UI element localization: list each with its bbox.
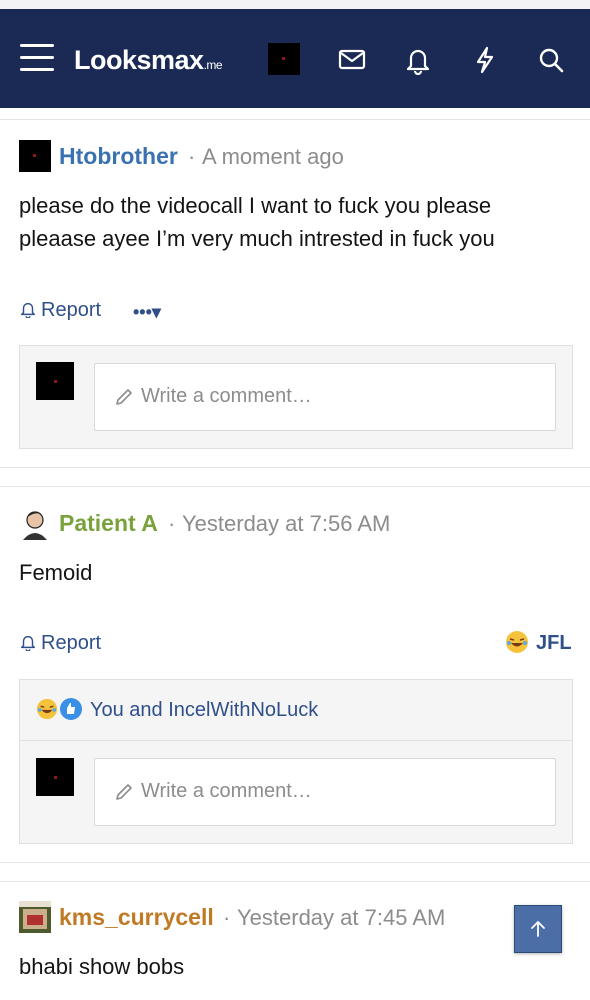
meta-sep: · <box>223 905 231 930</box>
top-strip <box>0 0 590 9</box>
post-avatar[interactable] <box>19 508 51 540</box>
post-author[interactable]: kms_currycell <box>59 904 214 931</box>
bell-outline-icon <box>20 635 36 652</box>
report-label: Report <box>41 632 102 654</box>
post-divider <box>0 467 590 487</box>
post-time[interactable]: Yesterday at 7:45 AM <box>237 905 445 931</box>
comment-box: You and IncelWithNoLuck Write a comment… <box>19 679 573 844</box>
comment-placeholder: Write a comment… <box>141 780 312 802</box>
comment-input[interactable]: Write a comment… <box>94 363 556 431</box>
post-body-line: please do the videocall I want to fuck y… <box>19 193 492 218</box>
comment-avatar <box>36 362 74 400</box>
lightning-icon[interactable] <box>470 45 500 75</box>
post-body: bhabi show bobs <box>19 954 185 979</box>
thumbs-up-icon <box>60 698 82 720</box>
pencil-icon <box>116 784 132 800</box>
pencil-icon <box>116 389 132 405</box>
laughing-emoji-icon <box>505 630 529 654</box>
post-time[interactable]: Yesterday at 7:56 AM <box>182 511 390 537</box>
post-divider <box>0 862 590 882</box>
report-button[interactable]: Report <box>19 299 101 322</box>
logo-suffix: .me <box>203 58 223 72</box>
post-author[interactable]: Patient A <box>59 510 158 537</box>
post-body-line: pleaase ayee I’m very much intrested in … <box>19 226 495 251</box>
comment-box: Write a comment… <box>19 345 573 449</box>
report-button[interactable]: Report <box>19 632 101 655</box>
report-label: Report <box>41 299 102 321</box>
comment-avatar <box>36 758 74 796</box>
post-time[interactable]: A moment ago <box>202 144 344 170</box>
arrow-up-icon <box>531 921 545 937</box>
user-avatar[interactable] <box>268 43 300 75</box>
post-avatar[interactable] <box>19 140 51 172</box>
bell-icon[interactable] <box>403 45 433 76</box>
post-body: Femoid <box>19 560 93 585</box>
reaction-button[interactable]: JFL <box>536 632 572 655</box>
meta-sep: · <box>168 511 176 536</box>
post-body: please do the videocall I want to fuck y… <box>19 189 579 255</box>
meta-sep: · <box>188 144 196 169</box>
comment-input[interactable]: Write a comment… <box>94 758 556 826</box>
inbox-icon[interactable] <box>337 45 367 75</box>
reactions-row[interactable]: You and IncelWithNoLuck <box>20 680 572 741</box>
menu-icon[interactable] <box>20 44 54 72</box>
comment-placeholder: Write a comment… <box>141 385 312 407</box>
reactions-text[interactable]: You and IncelWithNoLuck <box>90 699 318 722</box>
scroll-to-top-button[interactable] <box>514 905 562 953</box>
site-logo[interactable]: Looksmax.me <box>74 45 223 76</box>
site-header: Looksmax.me <box>0 9 590 108</box>
laughing-emoji-icon <box>36 698 58 720</box>
bell-outline-icon <box>20 302 36 319</box>
more-menu-button[interactable]: •••▾ <box>133 302 161 323</box>
divider <box>0 119 590 120</box>
search-icon[interactable] <box>536 45 566 75</box>
post-avatar[interactable] <box>19 901 51 933</box>
logo-text: Looksmax <box>74 45 204 75</box>
post-author[interactable]: Htobrother <box>59 143 178 170</box>
